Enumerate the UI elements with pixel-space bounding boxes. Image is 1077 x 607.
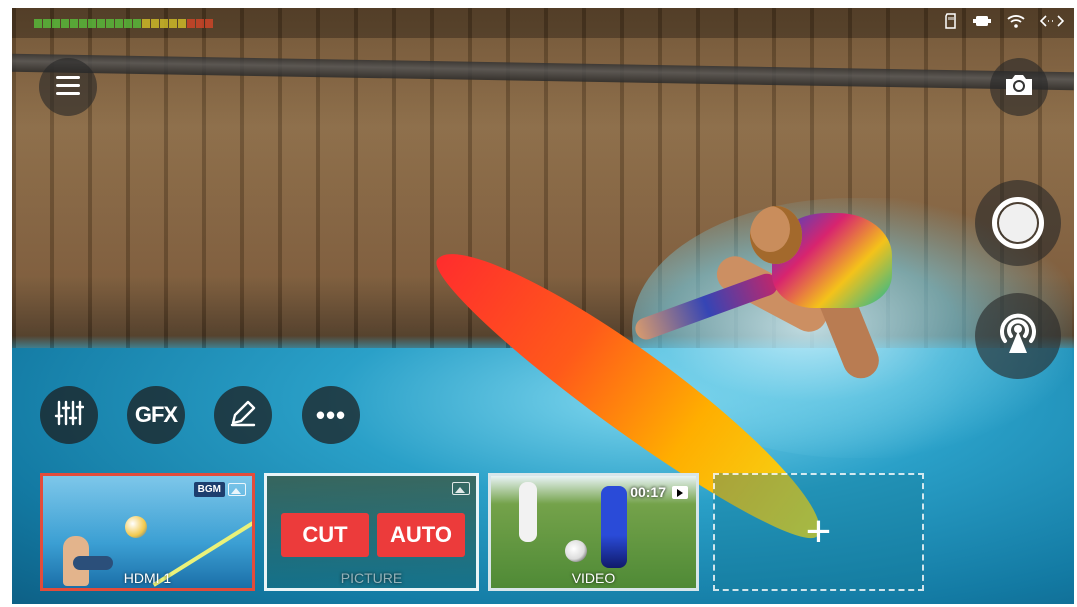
image-icon bbox=[228, 483, 246, 496]
record-dot bbox=[999, 204, 1037, 242]
sliders-icon bbox=[54, 398, 85, 433]
thumbnail-athlete-shorts bbox=[73, 556, 113, 570]
bgm-badge: BGM bbox=[193, 482, 225, 497]
more-options-button[interactable]: ••• bbox=[302, 386, 360, 444]
audio-meter-segment bbox=[61, 19, 69, 28]
more-icon: ••• bbox=[315, 399, 347, 430]
record-button[interactable] bbox=[975, 180, 1061, 266]
audio-meter-segment bbox=[88, 19, 96, 28]
live-preview: GFX ••• BGM HDMI 1 CUT AUTO PICTURE 00:1… bbox=[12, 8, 1074, 604]
status-icons bbox=[944, 13, 1065, 35]
cut-button[interactable]: CUT bbox=[281, 513, 369, 557]
network-icon bbox=[1039, 13, 1065, 35]
live-stream-button[interactable] bbox=[975, 293, 1061, 379]
image-icon bbox=[452, 482, 470, 495]
add-source-tile[interactable]: + bbox=[713, 473, 924, 591]
audio-meter-segment bbox=[160, 19, 168, 28]
audio-meter-segment bbox=[151, 19, 159, 28]
thumbnail-player-white bbox=[519, 482, 537, 542]
audio-meter-segment bbox=[142, 19, 150, 28]
record-icon bbox=[992, 197, 1044, 249]
snapshot-button[interactable] bbox=[990, 58, 1048, 116]
audio-meter-segment bbox=[52, 19, 60, 28]
menu-icon bbox=[54, 73, 82, 102]
audio-meter-segment bbox=[196, 19, 204, 28]
thumbnail-volleyball bbox=[125, 516, 147, 538]
auto-button[interactable]: AUTO bbox=[377, 513, 465, 557]
source-tile-hdmi[interactable]: BGM HDMI 1 bbox=[40, 473, 255, 591]
audio-meter-segment bbox=[124, 19, 132, 28]
battery-icon bbox=[972, 13, 992, 35]
sd-card-icon bbox=[944, 13, 958, 35]
preview-surfer-head bbox=[750, 206, 802, 264]
draw-button[interactable] bbox=[214, 386, 272, 444]
audio-level-meter bbox=[34, 19, 213, 28]
source-tile-video[interactable]: 00:17 VIDEO bbox=[488, 473, 699, 591]
audio-meter-segment bbox=[34, 19, 42, 28]
source-label-hdmi: HDMI 1 bbox=[123, 570, 172, 586]
status-bar bbox=[12, 8, 1074, 38]
gfx-label: GFX bbox=[134, 402, 178, 427]
audio-meter-segment bbox=[115, 19, 123, 28]
audio-meter-segment bbox=[178, 19, 186, 28]
gfx-button[interactable]: GFX bbox=[127, 386, 185, 444]
play-icon bbox=[672, 485, 688, 499]
audio-meter-segment bbox=[106, 19, 114, 28]
pen-icon bbox=[228, 398, 258, 433]
tile-badges: BGM bbox=[193, 482, 246, 497]
audio-mixer-button[interactable] bbox=[40, 386, 98, 444]
wifi-icon bbox=[1006, 13, 1026, 35]
source-label-picture: PICTURE bbox=[340, 570, 403, 586]
video-duration: 00:17 bbox=[630, 484, 688, 500]
plus-icon: + bbox=[805, 507, 832, 556]
video-time-text: 00:17 bbox=[630, 484, 666, 500]
audio-meter-segment bbox=[43, 19, 51, 28]
audio-meter-segment bbox=[133, 19, 141, 28]
camera-icon bbox=[1003, 72, 1035, 103]
audio-meter-segment bbox=[187, 19, 195, 28]
audio-meter-segment bbox=[205, 19, 213, 28]
audio-meter-segment bbox=[79, 19, 87, 28]
audio-meter-segment bbox=[70, 19, 78, 28]
thumbnail-soccer-ball bbox=[565, 540, 587, 562]
thumbnail-player-blue bbox=[601, 486, 627, 568]
audio-meter-segment bbox=[97, 19, 105, 28]
source-tile-picture[interactable]: CUT AUTO PICTURE bbox=[264, 473, 479, 591]
tile-badges bbox=[452, 482, 470, 495]
menu-button[interactable] bbox=[39, 58, 97, 116]
broadcast-icon bbox=[991, 307, 1045, 366]
audio-meter-segment bbox=[169, 19, 177, 28]
source-label-video: VIDEO bbox=[571, 570, 616, 586]
